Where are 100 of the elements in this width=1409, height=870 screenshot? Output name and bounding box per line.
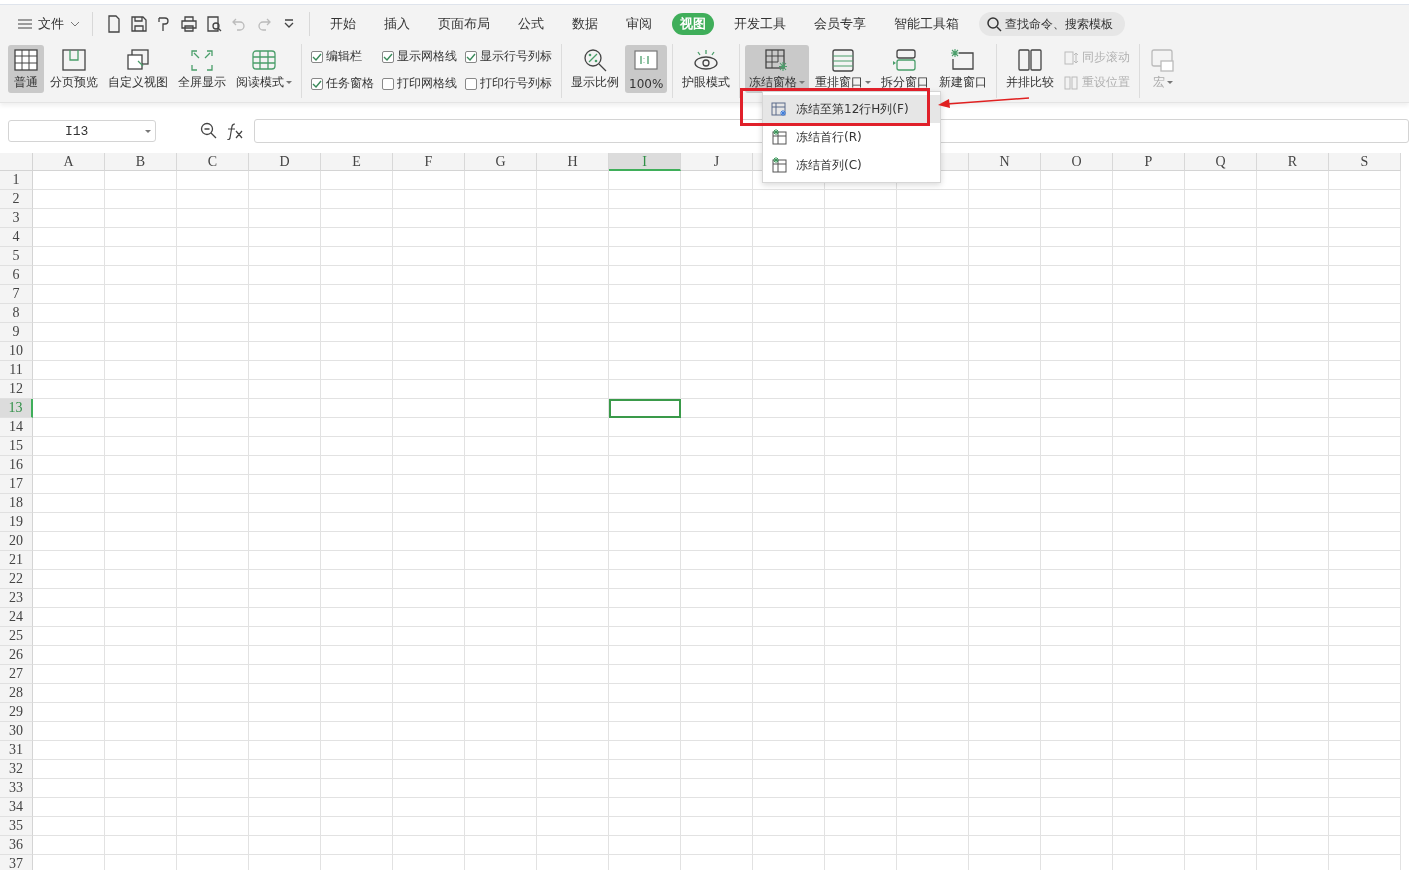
zoom-icon[interactable] [200, 122, 218, 140]
ribbon-tab[interactable]: 开始 [322, 13, 364, 35]
check-icon[interactable] [466, 52, 476, 61]
ribbon-tab[interactable]: 插入 [376, 13, 418, 35]
row-header[interactable]: 8 [0, 304, 33, 323]
name-box[interactable]: I13 [8, 120, 156, 142]
row-header[interactable]: 17 [0, 475, 33, 494]
ribbon-button[interactable]: 拆分窗口 [877, 45, 934, 93]
ribbon-button[interactable]: 冻结窗格 [745, 45, 810, 93]
row-header[interactable]: 15 [0, 437, 33, 456]
page-icon[interactable] [60, 47, 88, 73]
ribbon-button[interactable]: 护眼模式 [678, 45, 735, 93]
column-header[interactable]: Q [1185, 153, 1257, 171]
freeze-grid-icon[interactable] [771, 129, 787, 145]
check-icon[interactable] [312, 52, 322, 61]
active-cell[interactable] [609, 399, 681, 418]
menu-item[interactable]: 冻结首列(C) [763, 151, 940, 179]
row-header[interactable]: 26 [0, 646, 33, 665]
checkbox[interactable]: 打印网格线 [382, 75, 457, 92]
row-header[interactable]: 18 [0, 494, 33, 513]
file-menu-button[interactable]: 文件 [14, 12, 84, 36]
column-header[interactable]: O [1041, 153, 1113, 171]
ribbon-button[interactable]: 新建窗口 [935, 45, 992, 93]
search-field[interactable]: 查找命令、搜索模板 [979, 12, 1125, 36]
ribbon-button[interactable]: 普通 [8, 45, 44, 93]
ribbon-tab[interactable]: 智能工具箱 [886, 13, 967, 35]
expand-icon[interactable] [188, 47, 216, 73]
column-header[interactable]: C [177, 153, 249, 171]
print-preview-icon[interactable] [204, 15, 223, 33]
ribbon-tab[interactable]: 页面布局 [430, 13, 498, 35]
row-header[interactable]: 34 [0, 798, 33, 817]
zoom-percent-icon[interactable] [581, 47, 609, 73]
row-header[interactable]: 5 [0, 247, 33, 266]
function-icon[interactable] [226, 122, 244, 140]
row-header[interactable]: 2 [0, 190, 33, 209]
column-header[interactable]: G [465, 153, 537, 171]
column-header[interactable]: P [1113, 153, 1185, 171]
row-header[interactable]: 12 [0, 380, 33, 399]
row-header[interactable]: 32 [0, 760, 33, 779]
caret-icon[interactable] [145, 129, 151, 133]
ribbon-tab[interactable]: 公式 [510, 13, 552, 35]
menu-item[interactable]: 冻结至第12行H列(F) [763, 95, 940, 123]
checkbox[interactable]: 任务窗格 [311, 75, 374, 92]
row-header[interactable]: 22 [0, 570, 33, 589]
row-header[interactable]: 20 [0, 532, 33, 551]
book-grid-icon[interactable] [250, 47, 278, 73]
ribbon-tab[interactable]: 审阅 [618, 13, 660, 35]
row-header[interactable]: 1 [0, 171, 33, 190]
ribbon-button[interactable]: 显示比例 [567, 45, 623, 93]
print-icon[interactable] [179, 15, 198, 33]
save-icon[interactable] [129, 15, 148, 33]
check-icon[interactable] [312, 79, 322, 88]
row-header[interactable]: 16 [0, 456, 33, 475]
row-header[interactable]: 24 [0, 608, 33, 627]
row-header[interactable]: 4 [0, 228, 33, 247]
menu-icon[interactable] [18, 19, 32, 29]
row-header[interactable]: 19 [0, 513, 33, 532]
row-header[interactable]: 27 [0, 665, 33, 684]
row-header[interactable]: 23 [0, 589, 33, 608]
row-header[interactable]: 14 [0, 418, 33, 437]
caret-icon[interactable] [70, 21, 80, 27]
windows-icon[interactable] [124, 47, 152, 73]
ribbon-button[interactable]: 分页预览 [46, 45, 102, 93]
row-header[interactable]: 25 [0, 627, 33, 646]
row-header[interactable]: 28 [0, 684, 33, 703]
freeze-grid-icon[interactable] [771, 157, 787, 173]
checkbox[interactable]: 打印行号列标 [465, 75, 552, 92]
check-icon[interactable] [383, 52, 393, 61]
ratio-icon[interactable] [632, 47, 661, 73]
menu-item[interactable]: 冻结首行(R) [763, 123, 940, 151]
column-header[interactable]: B [105, 153, 177, 171]
ribbon-tab[interactable]: 数据 [564, 13, 606, 35]
select-all-corner[interactable] [0, 153, 33, 171]
search-icon[interactable] [987, 16, 1002, 32]
column-header[interactable]: D [249, 153, 321, 171]
row-header[interactable]: 7 [0, 285, 33, 304]
freeze-grid-icon[interactable] [771, 101, 787, 117]
column-header[interactable]: E [321, 153, 393, 171]
column-header[interactable]: R [1257, 153, 1329, 171]
ribbon-button[interactable]: 全屏显示 [174, 45, 230, 93]
column-header[interactable]: S [1329, 153, 1401, 171]
ribbon-tab[interactable]: 开发工具 [726, 13, 794, 35]
row-header[interactable]: 29 [0, 703, 33, 722]
column-header[interactable]: H [537, 153, 609, 171]
ribbon-button[interactable]: 100% [625, 45, 668, 93]
row-header[interactable]: 21 [0, 551, 33, 570]
row-header[interactable]: 31 [0, 741, 33, 760]
checkbox[interactable]: 显示行号列标 [465, 48, 552, 65]
caret-icon[interactable] [799, 81, 806, 84]
row-header[interactable]: 30 [0, 722, 33, 741]
checkbox[interactable]: 编辑栏 [311, 48, 374, 65]
row-header[interactable]: 33 [0, 779, 33, 798]
column-header[interactable]: J [681, 153, 753, 171]
checkbox[interactable]: 显示网格线 [382, 48, 457, 65]
column-header[interactable]: F [393, 153, 465, 171]
row-header[interactable]: 3 [0, 209, 33, 228]
row-header[interactable]: 35 [0, 817, 33, 836]
ribbon-button[interactable]: 自定义视图 [104, 45, 172, 93]
ribbon-button[interactable]: 阅读模式 [232, 45, 296, 93]
row-header[interactable]: 10 [0, 342, 33, 361]
